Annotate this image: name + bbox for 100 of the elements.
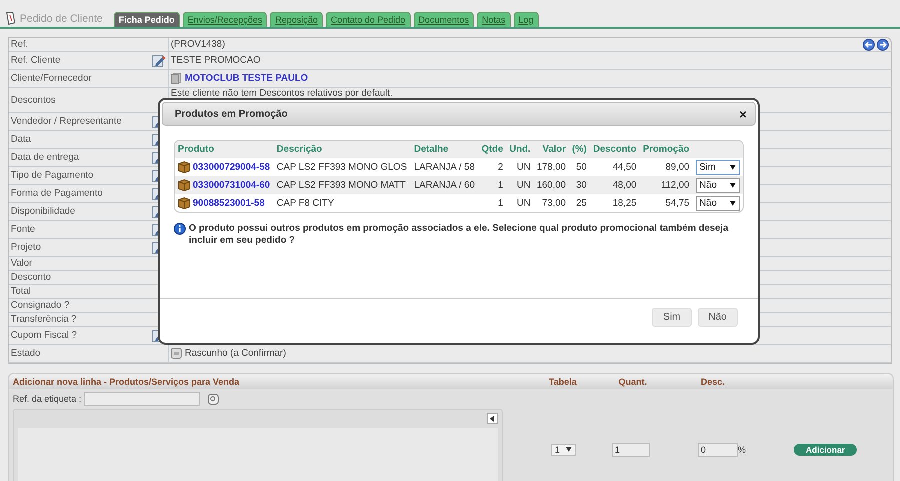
table-cell: LARANJA / 58 — [411, 158, 479, 176]
dialog-button[interactable]: Sim — [652, 308, 692, 327]
info-icon — [174, 223, 186, 235]
field-label: Cliente/Fornecedor — [11, 73, 92, 84]
field-label: Consignado ? — [11, 300, 70, 311]
table-cell: 112,00 — [640, 176, 693, 194]
table-cell: 2 — [478, 158, 506, 176]
column-header: Desconto — [590, 141, 640, 158]
product-link[interactable]: 033000729004-58 — [193, 162, 270, 172]
product-link[interactable]: 90088523001-58 — [193, 198, 265, 208]
field-label: Estado — [11, 348, 41, 359]
field-label: Transferência ? — [11, 314, 77, 325]
table-cell: 73,00 — [534, 194, 570, 212]
table-cell: CAP F8 CITY — [274, 194, 412, 212]
column-header: Und. — [506, 141, 534, 158]
column-header: Tabela — [548, 376, 578, 386]
table-cell: 178,00 — [534, 158, 570, 176]
arrow-left-icon[interactable] — [863, 39, 875, 51]
close-button[interactable]: × — [739, 106, 747, 122]
table-cell: 25 — [569, 194, 590, 212]
table-select[interactable]: 1 — [551, 444, 576, 456]
tab[interactable]: Reposição — [270, 12, 323, 27]
triangle-icon — [490, 416, 495, 422]
page-title: Pedido de Cliente — [20, 12, 103, 24]
field-label: Projeto — [11, 242, 42, 253]
field-label: Data — [11, 134, 32, 145]
edit-icon[interactable] — [152, 54, 166, 68]
discount-field[interactable]: 0 — [698, 442, 738, 456]
client-link[interactable]: MOTOCLUB TESTE PAULO — [185, 73, 308, 84]
column-header: Detalhe — [411, 141, 479, 158]
table-cell: 30 — [569, 176, 590, 194]
tab[interactable]: Contato do Pedido — [326, 12, 411, 27]
status-text: Rascunho (a Confirmar) — [185, 348, 286, 359]
choice-select[interactable]: Sim — [696, 160, 740, 174]
field-value: TESTE PROMOCAO — [171, 55, 261, 66]
table-cell: CAP LS2 FF393 MONO MATT — [274, 176, 412, 194]
table-cell: UN — [506, 158, 534, 176]
table-cell: 160,00 — [534, 176, 570, 194]
field-label: Ref. Cliente — [11, 55, 61, 66]
box-icon — [178, 178, 191, 192]
choice-select[interactable]: Não — [696, 178, 740, 192]
table-cell: 1 — [478, 194, 506, 212]
column-header: Qtde — [478, 141, 506, 158]
box-icon — [178, 196, 191, 210]
table-cell: 18,25 — [590, 194, 640, 212]
field-label: Ref. da etiqueta : — [13, 394, 82, 404]
tab[interactable]: Log — [514, 12, 539, 27]
table-cell: 54,75 — [640, 194, 693, 212]
choice-select[interactable]: Não — [696, 196, 740, 210]
column-header: Produto — [175, 141, 274, 158]
box-icon — [178, 160, 191, 174]
field-label: Desconto — [11, 272, 52, 283]
add-button[interactable]: Adicionar — [794, 444, 858, 456]
tab[interactable]: Documentos — [414, 12, 474, 27]
column-header: Quant. — [618, 376, 648, 386]
tag-field[interactable] — [84, 392, 200, 406]
table-cell: 44,50 — [590, 158, 640, 176]
caret-icon — [730, 200, 736, 206]
table-cell: CAP LS2 FF393 MONO GLOS — [274, 158, 412, 176]
caret-icon — [730, 182, 736, 188]
field-label: Data de entrega — [11, 152, 80, 163]
tab[interactable]: Notas — [477, 12, 511, 27]
arrow-right-icon[interactable] — [877, 39, 889, 51]
field-label: Ref. — [11, 39, 28, 50]
search-icon[interactable] — [208, 394, 219, 404]
caret-icon — [730, 164, 736, 170]
field-label: Cupom Fiscal ? — [11, 330, 77, 341]
table-cell: 1 — [478, 176, 506, 194]
status-icon — [171, 348, 182, 359]
dialog-title: Produtos em Promoção — [175, 108, 288, 120]
column-header: Desc. — [700, 376, 726, 386]
column-header: Valor — [534, 141, 570, 158]
table-cell: LARANJA / 60 — [411, 176, 479, 194]
field-label: Disponibilidade — [11, 206, 76, 217]
collapse-button[interactable] — [487, 413, 498, 424]
table-cell: 48,00 — [590, 176, 640, 194]
quantity-field[interactable]: 1 — [612, 442, 650, 456]
field-label: Descontos — [11, 94, 56, 106]
tab[interactable]: Envios/Recepções — [182, 12, 268, 27]
panel-title: Adicionar nova linha - Produtos/Serviços para Venda — [13, 376, 241, 386]
table-cell: UN — [506, 194, 534, 212]
percent-sign: % — [738, 444, 746, 454]
field-label: Tipo de Pagamento — [11, 170, 94, 181]
field-label: Valor — [11, 258, 32, 269]
field-value: (PROV1438) — [171, 39, 226, 50]
table-cell: 89,00 — [640, 158, 693, 176]
dialog-button[interactable]: Não — [698, 308, 738, 327]
document-icon — [6, 12, 16, 25]
field-label: Fonte — [11, 224, 36, 235]
column-header: (%) — [569, 141, 590, 158]
caret-icon — [566, 447, 572, 452]
field-label: Forma de Pagamento — [11, 188, 103, 199]
field-label: Vendedor / Representante — [11, 116, 122, 127]
dialog-message: O produto possui outros produtos em promoção associados a ele. Selecione qual produto promocional também deseja incluir em seu pedido ? — [189, 223, 730, 248]
documents-icon — [171, 73, 182, 84]
discount-note: Este cliente não tem Descontos relativos por default. — [171, 88, 393, 99]
field-label: Total — [11, 286, 32, 297]
tab[interactable]: Ficha Pedido — [114, 12, 180, 27]
table-cell: 50 — [569, 158, 590, 176]
table-cell: UN — [506, 176, 534, 194]
